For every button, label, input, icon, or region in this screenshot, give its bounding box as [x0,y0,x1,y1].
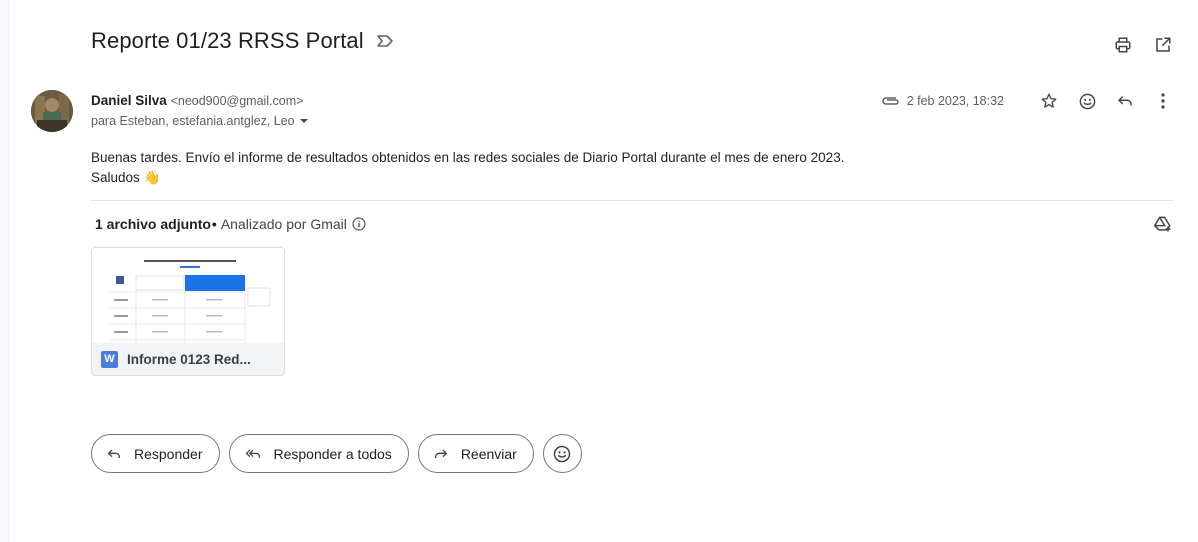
attachment-thumbnail [92,248,284,343]
reply-actions: Responder Responder a todos Reenviar [91,434,582,473]
open-in-new-icon[interactable] [1152,34,1174,56]
caret-down-icon[interactable] [299,116,309,126]
top-actions [1112,34,1174,56]
message-body: Buenas tardes. Envío el informe de resul… [91,148,844,188]
subject-row: Reporte 01/23 RRSS Portal [91,28,394,54]
recipients-line: para Esteban, estefania.antglez, Leo [91,114,309,128]
reply-all-label: Responder a todos [273,445,392,462]
attachment-separator: • [211,216,217,232]
attachment-card[interactable]: W Informe 0123 Red... [91,247,285,376]
attachment-count: 1 archivo adjunto [95,216,211,232]
reply-button[interactable]: Responder [91,434,220,473]
left-rail [0,0,8,542]
word-file-icon: W [101,350,118,368]
avatar[interactable] [31,90,73,132]
forward-icon [434,449,448,458]
info-icon[interactable] [352,217,366,231]
sender-line: Daniel Silva <neod900@gmail.com> [91,93,309,108]
reply-label: Responder [134,445,203,462]
reply-icon [107,449,120,458]
attachments-divider [91,200,1173,201]
sender-name[interactable]: Daniel Silva [91,93,167,108]
message-date: 2 feb 2023, 18:32 [906,94,1004,108]
label-outline-icon[interactable] [376,34,394,48]
emoji-icon[interactable] [1076,90,1098,112]
email-subject: Reporte 01/23 RRSS Portal [91,28,364,53]
attachment-footer: W Informe 0123 Red... [92,343,284,375]
message-meta: 2 feb 2023, 18:32 [881,90,1174,112]
sender-email: <neod900@gmail.com> [170,94,304,108]
body-line-1: Buenas tardes. Envío el informe de resul… [91,150,845,165]
paperclip-icon [881,95,901,107]
reply-all-icon [245,449,260,458]
more-vert-icon[interactable] [1152,90,1174,112]
body-line-2: Saludos 👋 [91,170,161,185]
reply-icon[interactable] [1114,90,1136,112]
left-rail-border [8,0,9,542]
add-to-drive-icon[interactable] [1152,213,1174,235]
attachments-header: 1 archivo adjunto • Analizado por Gmail [95,216,366,232]
recipients-text: para Esteban, estefania.antglez, Leo [91,114,295,128]
emoji-icon [554,445,571,462]
attachment-name: Informe 0123 Red... [127,351,251,367]
reply-all-button[interactable]: Responder a todos [228,434,409,473]
forward-label: Reenviar [460,445,517,462]
print-icon[interactable] [1112,34,1134,56]
forward-button[interactable]: Reenviar [417,434,534,473]
scan-label: Analizado por Gmail [220,216,347,232]
star-outline-icon[interactable] [1038,90,1060,112]
emoji-react-button[interactable] [542,434,582,473]
sender-block: Daniel Silva <neod900@gmail.com> para Es… [91,93,309,128]
